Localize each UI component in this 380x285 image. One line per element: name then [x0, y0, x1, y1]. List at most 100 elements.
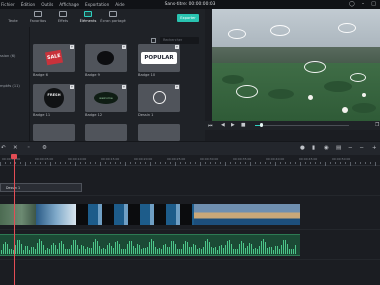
waveform-bar	[275, 246, 276, 254]
add-icon[interactable]: +	[122, 45, 126, 49]
category-item[interactable]: ssion (6)	[0, 54, 15, 58]
tab-split-screen[interactable]: Écran partagé	[100, 9, 126, 27]
ruler-tick	[215, 162, 216, 164]
waveform-bar	[185, 240, 186, 254]
export-button[interactable]: Exporter	[177, 14, 199, 22]
video-preview[interactable]	[212, 9, 380, 121]
voiceover-icon[interactable]: ◉	[324, 145, 329, 151]
waveform-bar	[157, 248, 158, 254]
mixer-icon[interactable]: ▤	[336, 145, 341, 151]
video-clip[interactable]	[76, 204, 194, 225]
add-icon[interactable]: +	[122, 85, 126, 89]
add-icon[interactable]: +	[175, 85, 179, 89]
undo-icon[interactable]: ↶	[1, 145, 6, 151]
ruler-tick	[265, 162, 266, 164]
ruler-tick	[355, 162, 356, 164]
waveform-bar	[83, 245, 84, 254]
element-thumb[interactable]	[33, 124, 75, 141]
rewind-icon[interactable]: ◀	[221, 123, 225, 128]
minimize-icon[interactable]: –	[362, 2, 365, 7]
category-list: ssion (6) mptés (11)	[0, 27, 30, 141]
previous-frame-icon[interactable]: ⏮	[208, 123, 212, 129]
delete-icon[interactable]: ✕	[13, 145, 18, 151]
waveform-bar	[49, 248, 50, 254]
tab-media[interactable]: Texte	[1, 9, 25, 27]
waveform-bar	[35, 248, 36, 254]
waveform-bar	[57, 248, 58, 254]
zoom-out-icon[interactable]: −	[348, 145, 353, 151]
cloud-doodle	[338, 23, 356, 33]
video-clip[interactable]	[194, 204, 300, 225]
speed-icon[interactable]: ⚙	[42, 145, 47, 151]
account-icon[interactable]: ◯	[349, 2, 355, 7]
element-label: Dessin 1	[138, 113, 154, 117]
waveform-bar	[29, 249, 30, 254]
maximize-icon[interactable]: □	[371, 2, 376, 7]
element-thumb-badge-12[interactable]: welcome +	[85, 84, 127, 112]
ruler-tick	[330, 162, 331, 164]
render-icon[interactable]: ●	[300, 145, 305, 151]
waveform-bar	[201, 248, 202, 254]
tab-elements[interactable]: Éléments	[76, 9, 100, 27]
crop-icon[interactable]: ◦	[27, 145, 30, 151]
fullscreen-icon[interactable]: ❐	[375, 123, 379, 128]
zoom-in-icon[interactable]: +	[372, 145, 377, 151]
playhead[interactable]	[14, 155, 15, 285]
split-screen-icon	[109, 11, 117, 17]
add-icon[interactable]: +	[70, 85, 74, 89]
add-icon[interactable]: +	[175, 45, 179, 49]
waveform-bar	[97, 240, 98, 254]
waveform-bar	[143, 247, 144, 254]
ruler-tick	[260, 162, 261, 164]
element-thumb-badge-11[interactable]: FRESH +	[33, 84, 75, 112]
grid-view-icon[interactable]	[151, 38, 156, 43]
waveform-bar	[121, 248, 122, 254]
element-thumb-drawing-1[interactable]: +	[138, 84, 180, 112]
ruler-tick	[105, 162, 106, 164]
element-thumb-badge-6[interactable]: SALE +	[33, 44, 75, 72]
element-thumb[interactable]	[85, 124, 127, 141]
audio-clip[interactable]	[0, 234, 300, 256]
marker-icon[interactable]: ▮	[312, 145, 315, 151]
ruler-tick	[30, 162, 31, 164]
waveform-bar	[165, 244, 166, 254]
waveform-bar	[195, 244, 196, 254]
category-item[interactable]: mptés (11)	[0, 84, 20, 88]
ruler-label: 00:00:40:00	[266, 157, 285, 161]
ruler-tick	[180, 162, 181, 164]
waveform-bar	[281, 244, 282, 254]
preview-progress-knob[interactable]	[259, 123, 264, 127]
video-clip[interactable]	[36, 204, 76, 225]
ruler-label: 00:00:15:00	[101, 157, 120, 161]
waveform-bar	[137, 244, 138, 254]
video-clip[interactable]	[0, 204, 36, 225]
element-thumb[interactable]	[138, 124, 180, 141]
add-icon[interactable]: +	[70, 45, 74, 49]
stop-icon[interactable]: ■	[241, 123, 246, 128]
waveform-bar	[227, 240, 228, 254]
element-clip[interactable]: Dessin 1	[0, 183, 82, 192]
play-icon[interactable]: ▶	[231, 123, 235, 128]
waveform-bar	[139, 245, 140, 254]
element-thumb-badge-10[interactable]: POPULAR +	[138, 44, 180, 72]
waveform-bar	[167, 247, 168, 254]
waveform-bar	[209, 241, 210, 254]
waveform-bar	[1, 250, 2, 254]
ruler-tick	[370, 162, 371, 164]
search-input[interactable]: Rechercher	[160, 37, 199, 44]
waveform-bar	[211, 247, 212, 254]
waveform-bar	[47, 248, 48, 254]
waveform-bar	[187, 241, 188, 254]
ruler-tick	[235, 162, 236, 164]
zoom-slider-icon[interactable]: ─	[360, 145, 363, 151]
tab-favorites[interactable]: Favoritos	[26, 9, 50, 27]
element-thumb-badge-9[interactable]: +	[85, 44, 127, 72]
preview-progress-track[interactable]	[255, 123, 349, 127]
ruler-tick	[85, 162, 86, 164]
tab-effects[interactable]: Effets	[51, 9, 75, 27]
waveform-bar	[3, 244, 4, 254]
ruler-tick	[160, 162, 161, 164]
ruler-tick	[305, 162, 306, 164]
timeline-ruler[interactable]: 00:00:00:00 00:00:05:00 00:00:10:00 00:0…	[0, 155, 380, 166]
playhead-handle[interactable]	[11, 154, 17, 159]
